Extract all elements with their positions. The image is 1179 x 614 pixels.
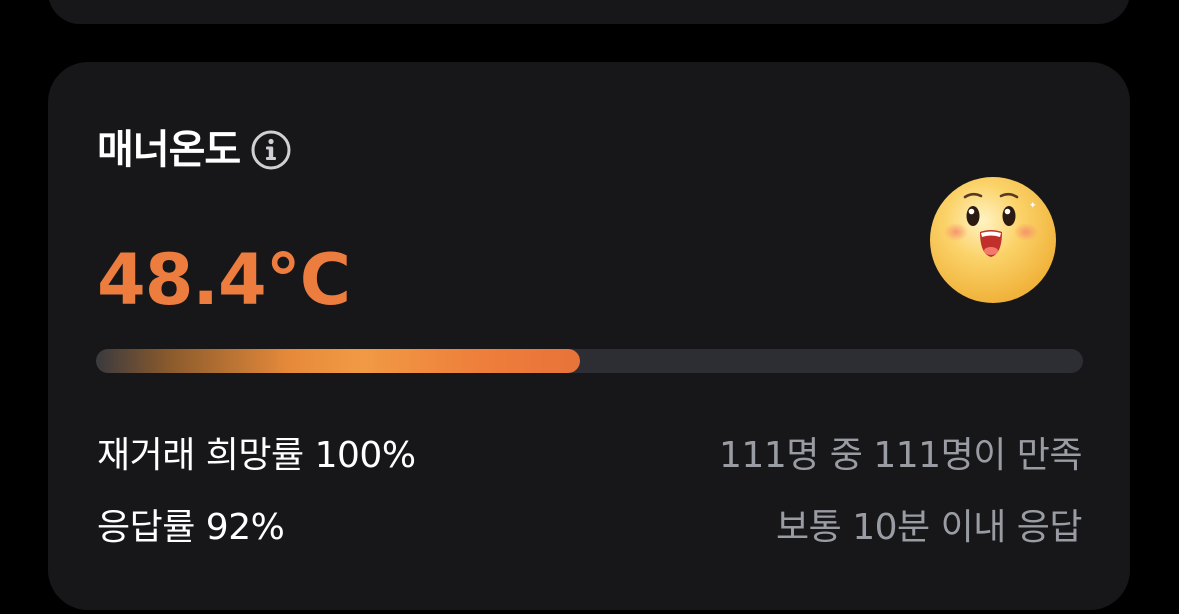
response-rate-detail: 보통 10분 이내 응답 <box>776 507 1082 548</box>
temperature-bar-fill <box>96 349 580 373</box>
temperature-value: 48.4°C <box>97 239 351 321</box>
card-header: 매너온도 <box>97 124 292 176</box>
card-title: 매너온도 <box>97 127 241 173</box>
manner-temperature-card: 매너온도 48.4°C ✦ 재거래 희망률 100% 111명 중 111명이 … <box>48 62 1130 610</box>
svg-text:✦: ✦ <box>1029 201 1037 211</box>
info-icon[interactable] <box>250 129 292 171</box>
temperature-bar <box>96 349 1083 373</box>
retrade-rate-row: 재거래 희망률 100% 111명 중 111명이 만족 <box>97 428 1082 476</box>
response-rate-label: 응답률 92% <box>97 507 285 548</box>
retrade-rate-detail: 111명 중 111명이 만족 <box>719 435 1082 476</box>
previous-card <box>48 0 1130 24</box>
surprised-face-icon: ✦ <box>930 177 1056 303</box>
response-rate-row: 응답률 92% 보통 10분 이내 응답 <box>97 500 1082 548</box>
retrade-rate-label: 재거래 희망률 100% <box>97 435 416 476</box>
